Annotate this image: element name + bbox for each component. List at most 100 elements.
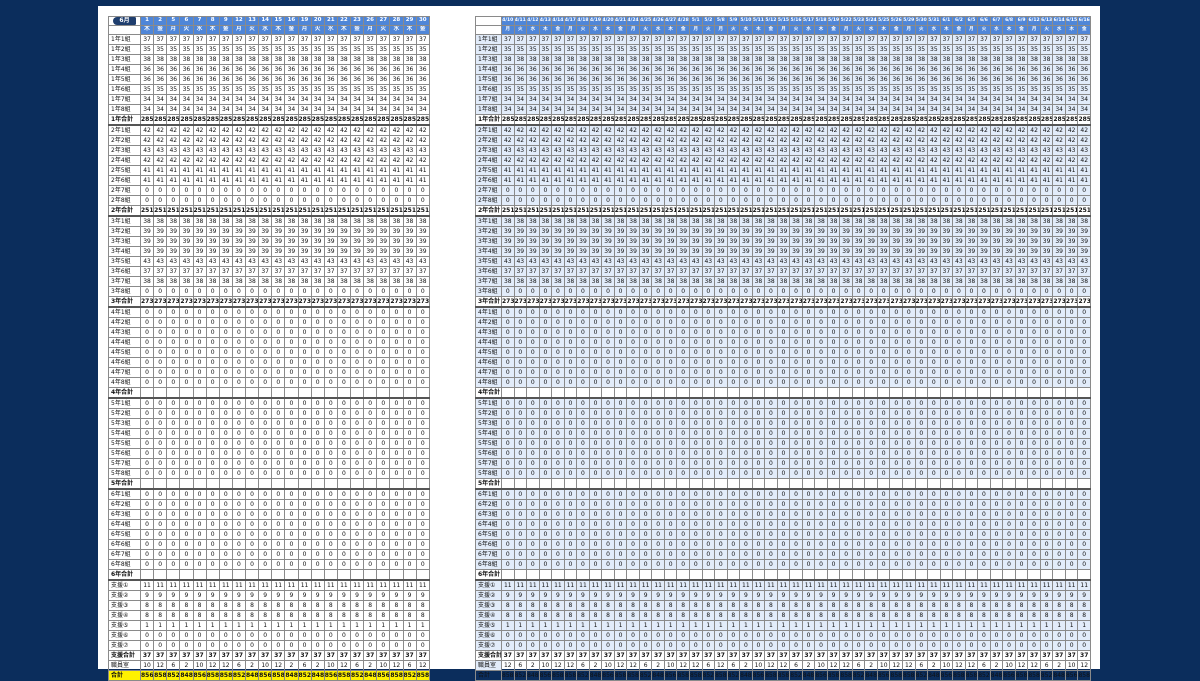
- value-cell: 1: [1039, 620, 1054, 631]
- value-cell: 0: [402, 640, 417, 651]
- value-cell: 0: [864, 195, 878, 206]
- value-cell: 0: [231, 428, 247, 439]
- value-cell: 34: [939, 94, 954, 105]
- value-cell: 251: [402, 205, 417, 217]
- value-cell: 0: [714, 317, 728, 328]
- row-label: 6年5組: [475, 529, 502, 540]
- value-cell: 0: [701, 408, 716, 419]
- class-row: 支援② 9 9 9 9 9 9 9 9 9 9 9 9 9 9 9 9 9 9 9 9 9 9: [108, 590, 431, 601]
- value-cell: [513, 387, 528, 399]
- value-cell: 0: [839, 519, 853, 530]
- value-cell: 0: [205, 327, 220, 338]
- value-cell: 0: [764, 438, 778, 449]
- value-cell: 0: [349, 367, 365, 378]
- value-cell: 42: [231, 124, 247, 136]
- value-cell: 41: [751, 175, 766, 186]
- value-cell: 6: [513, 660, 528, 671]
- value-cell: 8: [952, 610, 966, 621]
- class-row: 支援④ 8 8 8 8 8 8 8 8 8 8 8 8 8 8 8 8 8 8 8 8 8 8 8 8 8 8 8 8 8 8 8 8 8 8 8 8 8…: [475, 610, 1091, 621]
- value-cell: 0: [501, 509, 515, 520]
- value-cell: 0: [839, 499, 853, 510]
- class-row: 支援⑦ 0 0 0 0 0 0 0 0 0 0 0 0 0 0 0 0 0 0 0 0 0 0: [108, 640, 431, 651]
- value-cell: 43: [415, 256, 431, 267]
- value-cell: 37: [576, 650, 590, 661]
- value-cell: 35: [284, 84, 299, 95]
- value-cell: 0: [1052, 468, 1066, 479]
- value-cell: 0: [563, 488, 578, 500]
- date-header-cell: 5/2: [701, 16, 716, 26]
- value-cell: [826, 569, 841, 581]
- date-header-cell: 26: [363, 16, 378, 26]
- value-cell: 37: [977, 266, 991, 277]
- row-label: 1年3組: [108, 54, 141, 65]
- value-cell: 43: [1064, 145, 1079, 156]
- value-cell: 0: [701, 357, 716, 368]
- value-cell: 0: [389, 327, 404, 338]
- value-cell: 0: [688, 377, 703, 388]
- value-cell: 35: [739, 44, 753, 55]
- value-cell: 0: [349, 357, 365, 368]
- value-cell: 41: [889, 175, 903, 186]
- value-cell: 41: [801, 165, 816, 176]
- value-cell: 36: [864, 74, 878, 85]
- value-cell: [714, 387, 728, 399]
- value-cell: 2: [739, 660, 753, 671]
- value-cell: 0: [513, 357, 528, 368]
- value-cell: 9: [751, 590, 766, 601]
- value-cell: [751, 387, 766, 399]
- date-header-cell: 5/24: [864, 16, 878, 26]
- value-cell: 0: [638, 519, 653, 530]
- value-cell: 251: [376, 205, 391, 217]
- value-cell: 43: [402, 145, 417, 156]
- value-cell: 35: [205, 44, 220, 55]
- value-cell: 8: [789, 610, 803, 621]
- value-cell: 0: [1039, 327, 1054, 338]
- value-cell: [638, 387, 653, 399]
- value-cell: 6: [402, 660, 417, 671]
- value-cell: 0: [1039, 367, 1054, 378]
- value-cell: 42: [676, 124, 690, 136]
- value-cell: 43: [166, 256, 181, 267]
- value-cell: 0: [284, 397, 299, 409]
- value-cell: 35: [376, 44, 391, 55]
- value-cell: 38: [638, 54, 653, 65]
- value-cell: 0: [576, 448, 590, 459]
- row-label: 5年合計: [475, 478, 502, 490]
- value-cell: 273: [1002, 296, 1016, 308]
- value-cell: 39: [1077, 236, 1091, 247]
- value-cell: 0: [588, 317, 603, 328]
- value-cell: 34: [588, 104, 603, 115]
- value-cell: 9: [576, 590, 590, 601]
- value-cell: [415, 478, 431, 490]
- value-cell: 35: [851, 84, 866, 95]
- value-cell: 0: [501, 499, 515, 510]
- value-cell: 0: [218, 438, 233, 449]
- value-cell: 42: [349, 135, 365, 146]
- value-cell: 0: [1052, 519, 1066, 530]
- value-cell: 285: [576, 114, 590, 126]
- value-cell: 0: [244, 458, 260, 469]
- value-cell: 0: [688, 317, 703, 328]
- value-cell: 36: [1039, 64, 1054, 75]
- value-cell: 0: [663, 529, 678, 540]
- value-cell: 38: [166, 276, 181, 287]
- value-cell: 0: [626, 367, 640, 378]
- value-cell: 41: [179, 175, 194, 186]
- value-cell: 0: [914, 428, 929, 439]
- value-cell: 0: [939, 428, 954, 439]
- value-cell: 36: [814, 64, 828, 75]
- value-cell: 0: [205, 337, 220, 348]
- value-cell: 38: [376, 215, 391, 227]
- value-cell: 43: [1077, 256, 1091, 267]
- value-cell: 0: [739, 488, 753, 500]
- value-cell: 34: [244, 94, 260, 105]
- month-tab[interactable]: 6月: [113, 17, 136, 25]
- value-cell: 36: [1064, 74, 1079, 85]
- value-cell: 0: [179, 630, 194, 641]
- value-cell: [1077, 569, 1091, 581]
- value-cell: 0: [601, 559, 615, 570]
- value-cell: 0: [179, 549, 194, 560]
- value-cell: 0: [1027, 367, 1041, 378]
- class-row: 5年6組 0 0 0 0 0 0 0 0 0 0 0 0 0 0 0 0 0 0 0 0 0 0 0 0 0 0 0 0 0 0 0 0 0 0 0 0…: [475, 448, 1091, 459]
- value-cell: 0: [563, 408, 578, 419]
